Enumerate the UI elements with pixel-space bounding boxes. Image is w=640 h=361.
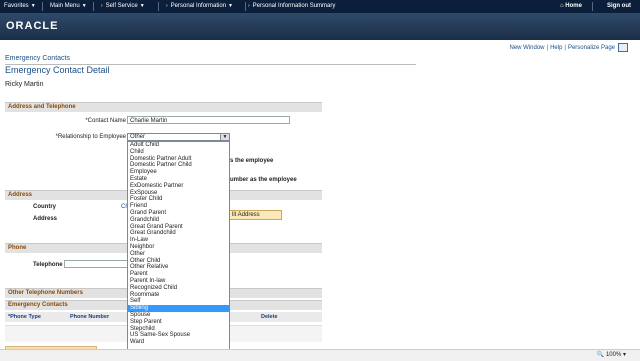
dropdown-option[interactable]: Step Parent	[128, 319, 229, 326]
col-delete: Delete	[261, 314, 278, 320]
same-address-label: s the employee	[230, 158, 274, 164]
contact-name-label: *Contact Name	[85, 118, 126, 124]
section-title: Emergency Contacts	[8, 302, 68, 308]
header-banner	[0, 13, 640, 40]
section-title: Address and Telephone	[8, 104, 76, 110]
page-help-icon[interactable]	[618, 43, 628, 52]
dropdown-option[interactable]: In-Law	[128, 237, 229, 244]
contact-name-input[interactable]: Charlie Martin	[127, 116, 290, 124]
zoom-level[interactable]: 🔍 100% ▾	[597, 351, 626, 358]
chevron-down-icon: ▼	[30, 3, 36, 9]
dropdown-option[interactable]: Estate	[128, 176, 229, 183]
relationship-label: *Relationship to Employee	[55, 134, 126, 140]
country-label: Country	[33, 204, 56, 210]
main-menu-label: Main Menu	[50, 3, 80, 9]
dropdown-arrow-icon[interactable]: ▼	[220, 134, 229, 140]
chevron-down-icon: ▼	[81, 3, 87, 9]
same-phone-label: umber as the employee	[230, 177, 297, 183]
oracle-logo: ORACLE	[6, 20, 59, 32]
address-label: Address	[33, 216, 58, 222]
zoom-value: 100%	[605, 352, 622, 358]
dropdown-option[interactable]: Adult Child	[128, 142, 229, 149]
nav-divider	[93, 2, 94, 11]
page-title: Emergency Contact Detail	[5, 65, 110, 75]
personalize-page-link[interactable]: Personalize Page	[568, 45, 615, 51]
dropdown-option[interactable]: Ward	[128, 339, 229, 346]
dropdown-option[interactable]: Other Relative	[128, 264, 229, 271]
nav-divider	[245, 2, 246, 11]
chevron-down-icon: ▼	[139, 3, 145, 9]
dropdown-option[interactable]: Roommate	[128, 292, 229, 299]
dropdown-option[interactable]: Spouse	[128, 312, 229, 319]
breadcrumb-summary[interactable]: › Personal Information Summary	[248, 0, 335, 13]
dropdown-option[interactable]: Foster Child	[128, 196, 229, 203]
dropdown-option[interactable]: Great Grandchild	[128, 230, 229, 237]
dropdown-option[interactable]: Grandchild	[128, 217, 229, 224]
home-link[interactable]: ⌂ Home	[560, 0, 582, 13]
dropdown-option[interactable]: Recognized Child	[128, 285, 229, 292]
dropdown-option[interactable]: Parent	[128, 271, 229, 278]
dropdown-option[interactable]: Other	[128, 251, 229, 258]
dropdown-option[interactable]: Sibling	[128, 305, 229, 312]
dropdown-option[interactable]: Domestic Partner Adult	[128, 156, 229, 163]
zoom-icon: 🔍	[596, 352, 605, 358]
telephone-input[interactable]	[64, 260, 134, 268]
dropdown-option[interactable]: ExSpouse	[128, 190, 229, 197]
new-window-link[interactable]: New Window	[509, 45, 544, 51]
help-link[interactable]: Help	[550, 45, 562, 51]
main-menu[interactable]: Main Menu ▼	[50, 0, 87, 13]
favorites-menu[interactable]: Favorites ▼	[4, 0, 36, 13]
section-address-telephone: Address and Telephone	[5, 102, 322, 112]
page-utility-links: New Window | Help | Personalize Page	[509, 43, 628, 52]
signout-link[interactable]: Sign out	[607, 0, 631, 13]
dropdown-option[interactable]: Great Grand Parent	[128, 224, 229, 231]
browser-status-bar: 🔍 100% ▾	[0, 349, 640, 361]
dropdown-option[interactable]: Neighbor	[128, 244, 229, 251]
chevron-right-icon: ›	[101, 3, 103, 9]
breadcrumb-self-service[interactable]: › Self Service ▼	[101, 0, 145, 13]
dropdown-option[interactable]: Employee	[128, 169, 229, 176]
col-phone-number: Phone Number	[70, 314, 110, 320]
dropdown-option[interactable]: Other Child	[128, 258, 229, 265]
dropdown-option[interactable]: Self	[128, 298, 229, 305]
dropdown-option[interactable]: Friend	[128, 203, 229, 210]
chevron-right-icon: ›	[166, 3, 168, 9]
dropdown-option[interactable]: Child	[128, 149, 229, 156]
favorites-label: Favorites	[4, 3, 29, 9]
breadcrumb-personal-information[interactable]: › Personal Information ▼	[166, 0, 233, 13]
relationship-dropdown-list[interactable]: Adult Child Child Domestic Partner Adult Do…	[127, 141, 230, 350]
dropdown-option[interactable]: Parent In-law	[128, 278, 229, 285]
breadcrumb[interactable]: Emergency Contacts	[5, 55, 70, 62]
dropdown-option[interactable]: ExDomestic Partner	[128, 183, 229, 190]
relationship-select[interactable]: Other ▼	[127, 133, 230, 141]
summary-label: Personal Information Summary	[252, 3, 336, 9]
section-title: Other Telephone Numbers	[8, 290, 83, 296]
telephone-label: Telephone	[33, 262, 63, 268]
home-label: Home	[565, 3, 582, 9]
dropdown-option[interactable]: Domestic Partner Child	[128, 162, 229, 169]
dropdown-option[interactable]: US Same-Sex Spouse	[128, 332, 229, 339]
section-title: Phone	[8, 245, 27, 251]
edit-address-button[interactable]: lit Address	[229, 210, 282, 220]
dropdown-option[interactable]: Stepchild	[128, 326, 229, 333]
section-title: Address	[8, 192, 33, 198]
self-service-label: Self Service	[105, 3, 138, 9]
nav-divider	[42, 2, 43, 11]
personal-info-label: Personal Information	[170, 3, 227, 9]
top-navigation-bar: Favorites ▼ Main Menu ▼ › Self Service ▼ › Pe…	[0, 0, 640, 13]
nav-divider	[592, 2, 593, 11]
employee-name: Ricky Martin	[5, 81, 44, 88]
col-phone-type: *Phone Type	[8, 314, 41, 320]
relationship-selected-value: Other	[130, 134, 146, 140]
nav-divider	[158, 2, 159, 11]
chevron-right-icon: ›	[248, 3, 250, 9]
dropdown-option[interactable]: Grand Parent	[128, 210, 229, 217]
chevron-down-icon: ▼	[228, 3, 233, 9]
signout-label: Sign out	[607, 3, 631, 9]
home-icon: ⌂	[560, 3, 564, 9]
